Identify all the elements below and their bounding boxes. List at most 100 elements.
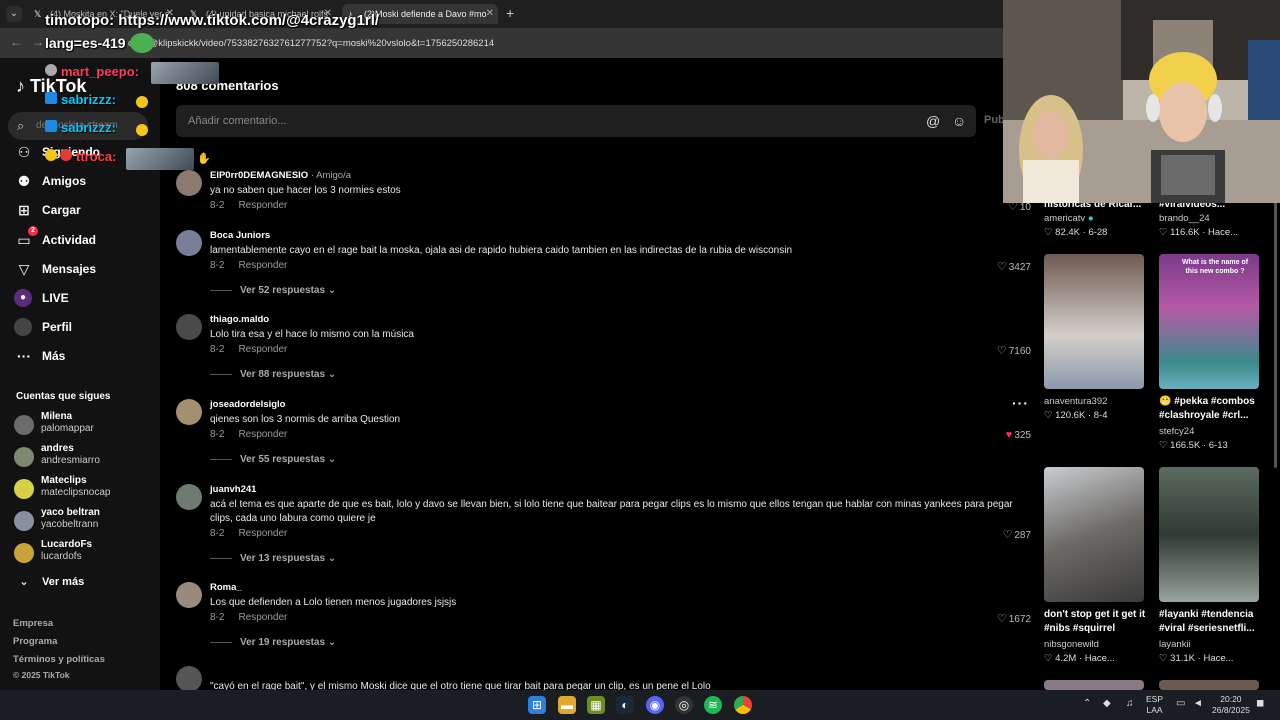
clock[interactable]: 20:20 26/8/2025 (1212, 694, 1250, 716)
reply-button[interactable]: Responder (238, 344, 287, 355)
video-stats: ♡ 31.1K · Hace... (1159, 653, 1234, 664)
tab-close-icon[interactable]: ✕ (486, 4, 494, 24)
video-author: brando__24 (1159, 213, 1210, 224)
author-name: Boca Juniors (210, 230, 271, 241)
comment-author[interactable]: Boca Juniors (210, 230, 270, 241)
tray-app-icon[interactable]: ◆ (1103, 698, 1111, 709)
file-explorer-icon[interactable]: ▬ (558, 696, 576, 714)
footer-link[interactable]: Programa (13, 636, 57, 647)
video-thumbnail-partial[interactable] (1159, 680, 1259, 690)
footer-link[interactable]: Términos y políticas (13, 654, 105, 665)
see-more-button[interactable]: ⌄ Ver más (14, 572, 84, 592)
video-author: nibsgonewild (1044, 639, 1099, 650)
view-replies-button[interactable]: Ver 19 respuestas ⌄ (210, 637, 336, 648)
reply-button[interactable]: Responder (238, 200, 287, 211)
comment-date: 8-2 (210, 344, 225, 355)
sidebar-item-perfil[interactable]: Perfil (14, 317, 72, 337)
messages-icon: ▽ (18, 261, 30, 277)
video-thumbnail-partial[interactable] (1044, 680, 1144, 690)
following-account[interactable]: Milena palomappar (14, 411, 154, 441)
chevron-down-icon: ⌄ (327, 637, 337, 648)
like-button[interactable]: ♡ 287 (1002, 528, 1031, 541)
friends-icon: ⚉ (17, 173, 31, 189)
video-thumbnail[interactable] (1044, 254, 1144, 389)
mention-icon[interactable]: @ (926, 105, 940, 137)
avatar[interactable] (176, 314, 202, 340)
chevron-down-icon: ⌄ (327, 369, 337, 380)
video-thumbnail[interactable]: What is the name of this new combo ? (1159, 254, 1259, 389)
chat-username: sabrizzz: (61, 120, 116, 135)
comment-author[interactable]: joseadordelsiglo (210, 399, 286, 410)
avatar[interactable] (176, 230, 202, 256)
scrollbar[interactable] (1274, 188, 1277, 468)
following-account[interactable]: LucardoFs lucardofs (14, 539, 154, 569)
comment-author[interactable]: Roma_ (210, 582, 242, 593)
heart-icon: ♡ (1044, 653, 1053, 664)
like-button[interactable]: ♡ 7160 (997, 344, 1031, 357)
comment-author[interactable]: ElP0rr0DEMAGNESIO · Amigo/a (210, 170, 351, 181)
following-account[interactable]: Mateclips mateclipsnocap (14, 475, 154, 505)
tray-chevron-icon[interactable]: ⌃ (1083, 698, 1091, 709)
microphone-icon[interactable]: ♫ (1126, 698, 1134, 709)
like-count: 325 (1014, 430, 1031, 441)
video-likes: 4.2M (1055, 653, 1077, 664)
minecraft-icon[interactable]: ▦ (587, 696, 605, 714)
discord-icon[interactable]: ◉ (646, 696, 664, 714)
steam-icon[interactable]: ◐ (616, 696, 634, 714)
tab-search-menu-icon[interactable]: ⌄ (6, 6, 22, 22)
replies-label: Ver 13 respuestas (240, 553, 326, 564)
thumbnail-caption: What is the name of this new combo ? (1181, 259, 1249, 275)
new-tab-plus-icon[interactable]: + (506, 5, 514, 21)
more-options-icon[interactable]: ··· (1012, 395, 1029, 411)
view-replies-button[interactable]: Ver 52 respuestas ⌄ (210, 285, 336, 296)
avatar[interactable] (176, 484, 202, 510)
view-replies-button[interactable]: Ver 88 respuestas ⌄ (210, 369, 336, 380)
avatar[interactable] (176, 582, 202, 608)
video-author: layankii (1159, 639, 1191, 650)
sidebar-item-mensajes[interactable]: ▽ Mensajes (14, 259, 96, 279)
url-field[interactable]: com/@klipskickk/video/753382763276127775… (128, 35, 988, 52)
network-icon[interactable]: ▭ (1176, 698, 1185, 709)
spotify-icon[interactable]: ≋ (704, 696, 722, 714)
video-thumbnail[interactable] (1044, 467, 1144, 602)
back-arrow-icon[interactable]: ← (10, 35, 22, 49)
avatar (14, 511, 34, 531)
language-indicator[interactable]: ESP LAA (1146, 694, 1163, 716)
sidebar-item-live[interactable]: ● LIVE (14, 288, 69, 308)
comment-date: 8-2 (210, 528, 225, 539)
forward-arrow-icon[interactable]: → (32, 35, 44, 49)
obs-icon[interactable]: ◎ (675, 696, 693, 714)
notification-bell-icon[interactable]: ◼ (1256, 698, 1264, 709)
person-follow-icon: ⚇ (17, 144, 31, 160)
sidebar-item-actividad[interactable]: ▭ 2 Actividad (14, 226, 96, 250)
video-thumbnail[interactable] (1159, 467, 1259, 602)
like-button[interactable]: ♥ 325 (1006, 429, 1031, 441)
chrome-icon[interactable] (734, 696, 752, 714)
emoji-icon[interactable]: ☺ (952, 105, 966, 137)
reply-button[interactable]: Responder (238, 260, 287, 271)
sidebar-item-cargar[interactable]: ⊞ Cargar (14, 200, 81, 220)
reply-button[interactable]: Responder (238, 429, 287, 440)
following-account[interactable]: andres andresmiarro (14, 443, 154, 473)
like-button[interactable]: ♡ 1672 (997, 612, 1031, 625)
avatar[interactable] (176, 170, 202, 196)
avatar[interactable] (176, 666, 202, 690)
comment-author[interactable]: thiago.maldo (210, 314, 269, 325)
reply-button[interactable]: Responder (238, 528, 287, 539)
sidebar-item-amigos[interactable]: ⚉ Amigos (14, 171, 86, 191)
avatar[interactable] (176, 399, 202, 425)
view-replies-button[interactable]: Ver 55 respuestas ⌄ (210, 454, 336, 465)
windows-start-icon[interactable]: ⊞ (528, 696, 546, 714)
reply-button[interactable]: Responder (238, 612, 287, 623)
video-title: #layanki #tendencia #viral #seriesnetfli… (1159, 609, 1255, 634)
volume-icon[interactable]: ◄ (1193, 698, 1203, 709)
account-name: Mateclips (41, 475, 87, 486)
comment-author[interactable]: juanvh241 (210, 484, 256, 495)
sidebar-item-mas[interactable]: ··· Más (14, 346, 65, 366)
friend-tag: · Amigo/a (308, 170, 351, 181)
comment-input[interactable]: Añadir comentario... @ ☺ (176, 105, 976, 137)
like-button[interactable]: ♡ 3427 (997, 260, 1031, 273)
footer-link[interactable]: Empresa (13, 618, 53, 629)
following-account[interactable]: yaco beltran yacobeltrann (14, 507, 154, 537)
view-replies-button[interactable]: Ver 13 respuestas ⌄ (210, 553, 336, 564)
